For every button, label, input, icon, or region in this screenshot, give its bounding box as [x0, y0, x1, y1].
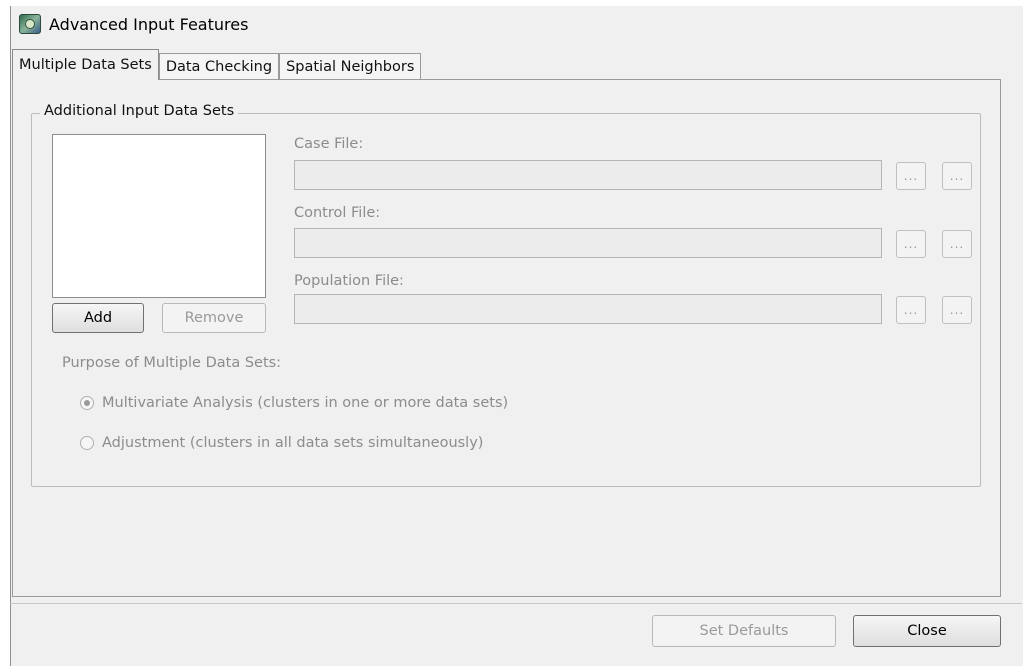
close-button[interactable]: Close: [853, 615, 1001, 647]
population-file-label: Population File:: [294, 273, 404, 289]
title-bar: Advanced Input Features: [11, 6, 1023, 42]
footer-separator: [10, 603, 1022, 604]
additional-input-data-sets-group: Additional Input Data Sets Add Remove Ca…: [31, 103, 981, 487]
population-file-browse-button[interactable]: ...: [896, 296, 926, 324]
tab-data-checking[interactable]: Data Checking: [158, 53, 280, 80]
remove-button[interactable]: Remove: [162, 303, 266, 333]
multivariate-analysis-label: Multivariate Analysis (clusters in one o…: [102, 395, 509, 411]
multiple-data-sets-panel: Additional Input Data Sets Add Remove Ca…: [12, 79, 1001, 597]
tab-bar: Multiple Data Sets Data Checking Spatial…: [12, 49, 422, 80]
control-file-import-button[interactable]: ...: [942, 230, 972, 258]
set-defaults-button[interactable]: Set Defaults: [652, 615, 836, 647]
control-file-browse-button[interactable]: ...: [896, 230, 926, 258]
case-file-label: Case File:: [294, 136, 364, 152]
case-file-import-button[interactable]: ...: [942, 162, 972, 190]
add-button[interactable]: Add: [52, 303, 144, 333]
purpose-label: Purpose of Multiple Data Sets:: [62, 355, 282, 371]
case-file-browse-button[interactable]: ...: [896, 162, 926, 190]
population-file-input[interactable]: [294, 294, 882, 324]
group-legend: Additional Input Data Sets: [40, 103, 239, 119]
app-icon: [19, 14, 41, 34]
window-title: Advanced Input Features: [49, 14, 249, 34]
radio-adjustment[interactable]: [80, 436, 94, 450]
tab-spatial-neighbors[interactable]: Spatial Neighbors: [279, 53, 422, 80]
case-file-input[interactable]: [294, 160, 882, 190]
data-sets-list[interactable]: [52, 134, 266, 298]
adjustment-label: Adjustment (clusters in all data sets si…: [102, 435, 484, 451]
control-file-input[interactable]: [294, 228, 882, 258]
multivariate-analysis-option[interactable]: Multivariate Analysis (clusters in one o…: [80, 395, 508, 411]
population-file-import-button[interactable]: ...: [942, 296, 972, 324]
adjustment-option[interactable]: Adjustment (clusters in all data sets si…: [80, 435, 483, 451]
control-file-label: Control File:: [294, 205, 381, 221]
tab-multiple-data-sets[interactable]: Multiple Data Sets: [12, 49, 159, 80]
radio-multivariate[interactable]: [80, 396, 94, 410]
